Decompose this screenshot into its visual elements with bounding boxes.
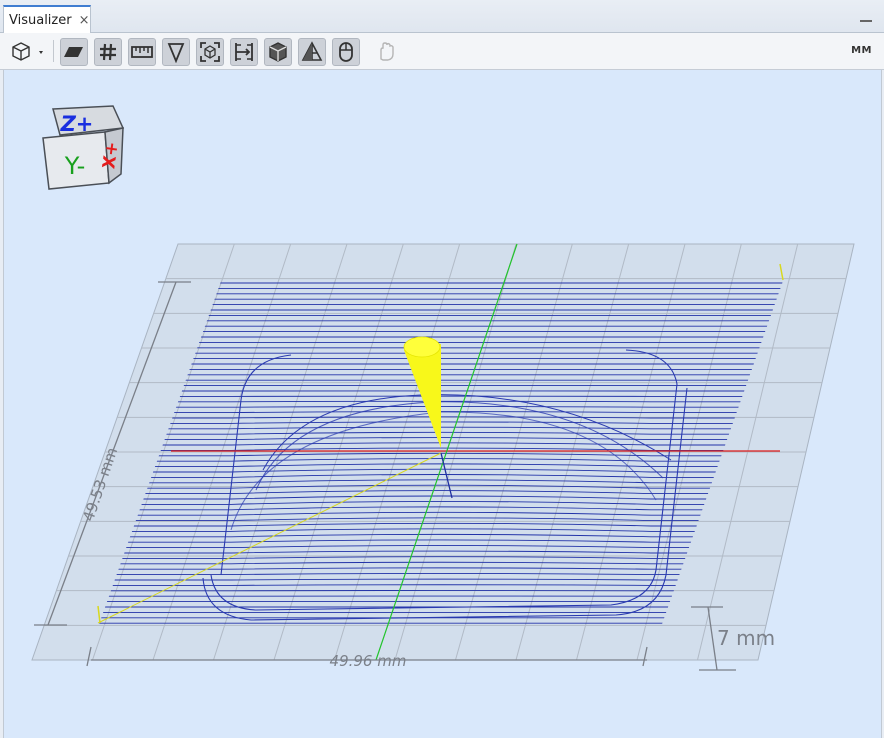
tab-bar: Visualizer × <box>0 0 884 33</box>
toggle-plane-icon[interactable] <box>60 38 88 66</box>
3d-viewport[interactable]: 49.53 mm 49.96 mm 7 mm Z+ Y- X+ <box>3 70 882 738</box>
mouse-icon[interactable] <box>332 38 360 66</box>
z-dimension-label: 7 mm <box>717 626 775 650</box>
units-indicator[interactable]: MM <box>851 45 872 56</box>
box-view-icon[interactable] <box>264 38 292 66</box>
cube-front-label[interactable]: Y- <box>64 152 85 180</box>
bounds-icon[interactable] <box>230 38 258 66</box>
cube-right-label[interactable]: X+ <box>99 140 123 170</box>
toggle-grid-icon[interactable] <box>94 38 122 66</box>
toggle-tool-icon[interactable] <box>162 38 190 66</box>
view-cube-menu-icon[interactable] <box>8 38 48 66</box>
cube-top-label[interactable]: Z+ <box>60 112 94 136</box>
toggle-mesh-icon[interactable] <box>298 38 326 66</box>
toolbar: MM <box>0 33 884 70</box>
jog-disabled-icon <box>372 38 400 66</box>
x-dimension-label: 49.96 mm <box>330 652 407 670</box>
fit-view-icon[interactable] <box>196 38 224 66</box>
toggle-ruler-icon[interactable] <box>128 38 156 66</box>
orientation-cube[interactable]: Z+ Y- X+ <box>42 105 125 190</box>
tab-visualizer[interactable]: Visualizer × <box>3 5 91 33</box>
scene-canvas[interactable]: 49.53 mm 49.96 mm 7 mm Z+ Y- X+ <box>4 70 882 738</box>
minimize-icon[interactable] <box>860 10 872 22</box>
close-icon[interactable]: × <box>79 13 90 28</box>
toolbar-separator <box>53 40 54 62</box>
tab-title: Visualizer <box>9 12 72 28</box>
